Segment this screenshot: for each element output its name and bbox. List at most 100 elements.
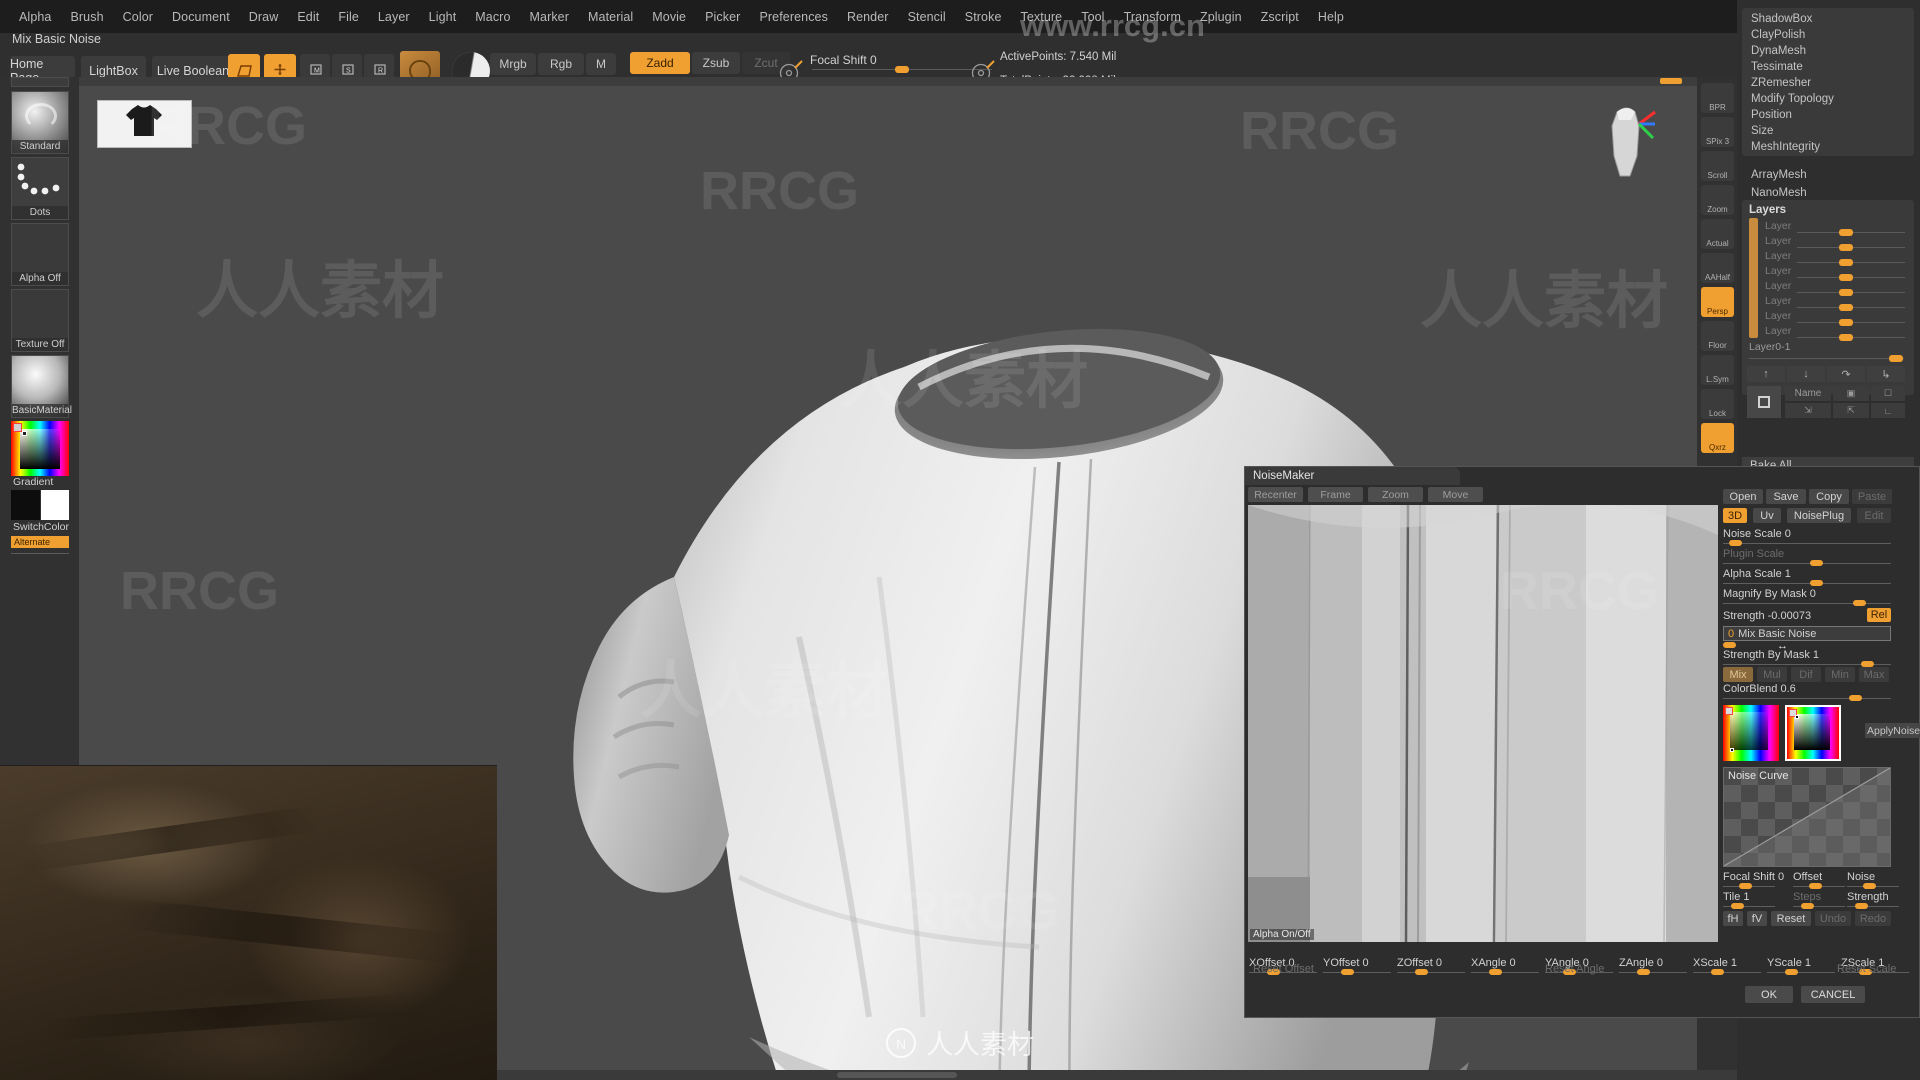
- menu-item-render[interactable]: Render: [838, 6, 898, 28]
- transform-slider-track[interactable]: [1619, 972, 1687, 973]
- menu-item-alpha[interactable]: Alpha: [10, 6, 60, 28]
- nav-gizmo[interactable]: [1587, 102, 1657, 177]
- layer-row-knob[interactable]: [1839, 304, 1853, 311]
- shelf-top-swatch[interactable]: [11, 77, 69, 87]
- layer-row-label[interactable]: Layer: [1765, 325, 1791, 337]
- menu-item-preferences[interactable]: Preferences: [750, 6, 837, 28]
- mix-noise-knob[interactable]: [1723, 642, 1736, 648]
- menu-item-help[interactable]: Help: [1309, 6, 1353, 28]
- menu-item-movie[interactable]: Movie: [643, 6, 695, 28]
- noise-slider-track[interactable]: [1723, 543, 1891, 544]
- noise-blend-min[interactable]: Min: [1825, 667, 1855, 682]
- transform-slider-knob[interactable]: [1341, 969, 1354, 975]
- menu-item-stroke[interactable]: Stroke: [956, 6, 1011, 28]
- alternate-button[interactable]: Alternate: [11, 536, 69, 548]
- menu-item-light[interactable]: Light: [420, 6, 466, 28]
- layer-row-knob[interactable]: [1839, 289, 1853, 296]
- viewport-aahalf-button[interactable]: AAHalf: [1701, 253, 1734, 283]
- layer-merge-button[interactable]: ⇲: [1785, 403, 1831, 418]
- layer-row-label[interactable]: Layer: [1765, 250, 1791, 262]
- noise-color-picker-2[interactable]: [1785, 705, 1841, 761]
- noise-curve-box[interactable]: Noise Curve: [1723, 767, 1891, 867]
- viewport-l-sym-button[interactable]: L.Sym: [1701, 355, 1734, 385]
- layer-row-label[interactable]: Layer: [1765, 310, 1791, 322]
- layer-row-label[interactable]: Layer: [1765, 265, 1791, 277]
- scrollbar-thumb[interactable]: [837, 1072, 957, 1078]
- m-button[interactable]: M: [586, 53, 616, 75]
- noise-tab-zoom[interactable]: Zoom: [1368, 487, 1423, 502]
- menu-item-zplugin[interactable]: Zplugin: [1191, 6, 1251, 28]
- rel-button[interactable]: Rel: [1867, 608, 1891, 622]
- texture-swatch[interactable]: Texture Off: [11, 289, 69, 352]
- layer-duplicate-button[interactable]: ▣: [1833, 386, 1869, 401]
- menu-item-macro[interactable]: Macro: [466, 6, 519, 28]
- tool-thumbnail[interactable]: [97, 100, 192, 148]
- layer-row-label[interactable]: Layer: [1765, 295, 1791, 307]
- viewport-zoom-button[interactable]: Zoom: [1701, 185, 1734, 215]
- ok-button[interactable]: OK: [1745, 986, 1793, 1003]
- transform-slider-track[interactable]: [1767, 972, 1835, 973]
- noise-blend-mix[interactable]: Mix: [1723, 667, 1753, 682]
- viewport-qxrz-button[interactable]: Qxrz: [1701, 423, 1734, 453]
- color2-square[interactable]: [1794, 714, 1830, 750]
- layer-corner-button[interactable]: ∟: [1871, 403, 1905, 418]
- layer-row-label[interactable]: Layer: [1765, 220, 1791, 232]
- focal-shift-knob[interactable]: [895, 66, 909, 73]
- noise-slider-track[interactable]: [1723, 563, 1891, 564]
- noise-open-button[interactable]: Open: [1723, 489, 1763, 504]
- stroke-swatch[interactable]: Dots: [11, 157, 69, 220]
- canvas-horizontal-scrollbar[interactable]: [497, 1070, 1737, 1080]
- color-blend-knob[interactable]: [1849, 695, 1862, 701]
- transform-slider-knob[interactable]: [1785, 969, 1798, 975]
- curve-control-knob[interactable]: [1809, 883, 1822, 889]
- menu-item-material[interactable]: Material: [579, 6, 642, 28]
- noise-blend-max[interactable]: Max: [1859, 667, 1889, 682]
- menu-item-edit[interactable]: Edit: [288, 6, 328, 28]
- color-swatch[interactable]: [11, 421, 69, 476]
- layer-row-label[interactable]: Layer: [1765, 235, 1791, 247]
- rgb-button[interactable]: Rgb: [538, 53, 584, 75]
- layer-import-button[interactable]: ↳: [1867, 366, 1905, 382]
- alternate-track[interactable]: [11, 553, 69, 554]
- menu-item-zscript[interactable]: Zscript: [1252, 6, 1308, 28]
- viewport-scroll-button[interactable]: Scroll: [1701, 151, 1734, 181]
- tool-item-zremesher[interactable]: ZRemesher: [1743, 74, 1911, 91]
- viewport-persp-button[interactable]: Persp: [1701, 287, 1734, 317]
- alpha-swatch[interactable]: Alpha Off: [11, 223, 69, 286]
- noise-save-button[interactable]: Save: [1766, 489, 1806, 504]
- switch-color-white[interactable]: [41, 490, 69, 520]
- layer-row-knob[interactable]: [1839, 259, 1853, 266]
- noise-slider-knob[interactable]: [1853, 600, 1866, 606]
- noise-paste-button[interactable]: Paste: [1852, 489, 1892, 504]
- viewport-actual-button[interactable]: Actual: [1701, 219, 1734, 249]
- noise-mode-noiseplug[interactable]: NoisePlug: [1787, 508, 1851, 523]
- curve-undo-button[interactable]: Undo: [1815, 911, 1851, 926]
- apply-noise-button[interactable]: ApplyNoise: [1865, 723, 1920, 738]
- cancel-button[interactable]: CANCEL: [1801, 986, 1865, 1003]
- zadd-button[interactable]: Zadd: [630, 52, 690, 74]
- menu-item-draw[interactable]: Draw: [240, 6, 288, 28]
- curve-fh-button[interactable]: fH: [1723, 911, 1743, 926]
- transform-slider-track[interactable]: [1323, 972, 1391, 973]
- switch-swatch[interactable]: [11, 490, 69, 520]
- menu-item-texture[interactable]: Texture: [1012, 6, 1072, 28]
- transform-slider-knob[interactable]: [1415, 969, 1428, 975]
- reset-button-1[interactable]: Reset Angle: [1545, 963, 1604, 975]
- noise-blend-dif[interactable]: Dif: [1791, 667, 1821, 682]
- layer-row-knob[interactable]: [1839, 229, 1853, 236]
- color-blend-track[interactable]: [1723, 698, 1891, 699]
- layer-row-knob[interactable]: [1839, 319, 1853, 326]
- transform-slider-knob[interactable]: [1711, 969, 1724, 975]
- array-mesh-item[interactable]: ArrayMesh: [1743, 166, 1911, 183]
- menu-item-color[interactable]: Color: [114, 6, 162, 28]
- noise-tab-frame[interactable]: Frame: [1308, 487, 1363, 502]
- noise-slider-knob[interactable]: [1810, 580, 1823, 586]
- tool-item-size[interactable]: Size: [1743, 122, 1911, 139]
- menu-item-document[interactable]: Document: [163, 6, 239, 28]
- noise-mode-edit[interactable]: Edit: [1857, 508, 1891, 523]
- tool-item-tessimate[interactable]: Tessimate: [1743, 58, 1911, 75]
- layer-row-knob[interactable]: [1839, 244, 1853, 251]
- noise-tab-move[interactable]: Move: [1428, 487, 1483, 502]
- layer-record-button[interactable]: [1747, 386, 1781, 418]
- curve-control2-knob[interactable]: [1855, 903, 1868, 909]
